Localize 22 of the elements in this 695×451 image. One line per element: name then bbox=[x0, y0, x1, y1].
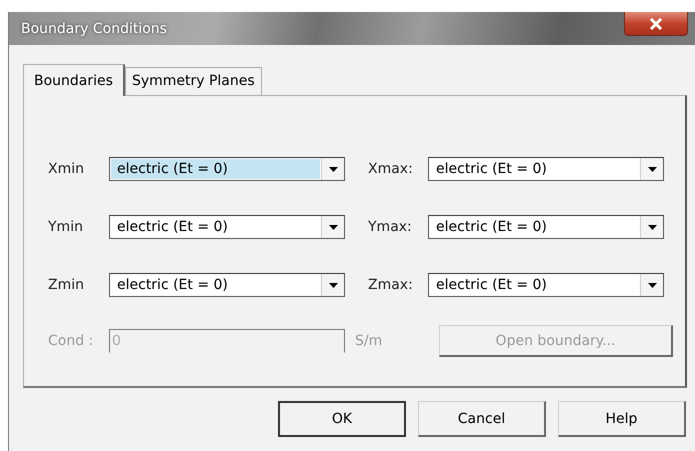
dropdown[interactable]: electric (Et = 0) bbox=[109, 273, 345, 297]
tab[interactable]: Symmetry Planes bbox=[124, 67, 262, 95]
dialog-button[interactable]: Cancel bbox=[418, 401, 546, 437]
field-label: Cond : bbox=[48, 333, 94, 349]
dropdown[interactable]: electric (Et = 0) bbox=[428, 157, 664, 181]
dropdown[interactable]: electric (Et = 0) bbox=[109, 157, 345, 181]
field-label: Zmax: bbox=[368, 277, 414, 293]
field-label: Xmax: bbox=[368, 161, 414, 177]
field-label: Ymax: bbox=[368, 219, 413, 235]
dialog-button[interactable]: OK bbox=[278, 401, 406, 437]
window-title: Boundary Conditions bbox=[21, 21, 167, 37]
dialog-button[interactable]: Help bbox=[558, 401, 686, 437]
field-label: Zmin bbox=[48, 277, 85, 293]
field-label: Xmin bbox=[48, 161, 85, 177]
dropdown[interactable]: electric (Et = 0) bbox=[428, 215, 664, 239]
unit-label: S/m bbox=[354, 333, 384, 349]
dropdown[interactable]: electric (Et = 0) bbox=[109, 215, 345, 239]
close-icon bbox=[649, 18, 663, 30]
dropdown[interactable]: electric (Et = 0) bbox=[428, 273, 664, 297]
tab[interactable]: Boundaries bbox=[23, 64, 125, 96]
close-button[interactable] bbox=[624, 12, 688, 36]
field-label: Ymin bbox=[48, 219, 84, 235]
